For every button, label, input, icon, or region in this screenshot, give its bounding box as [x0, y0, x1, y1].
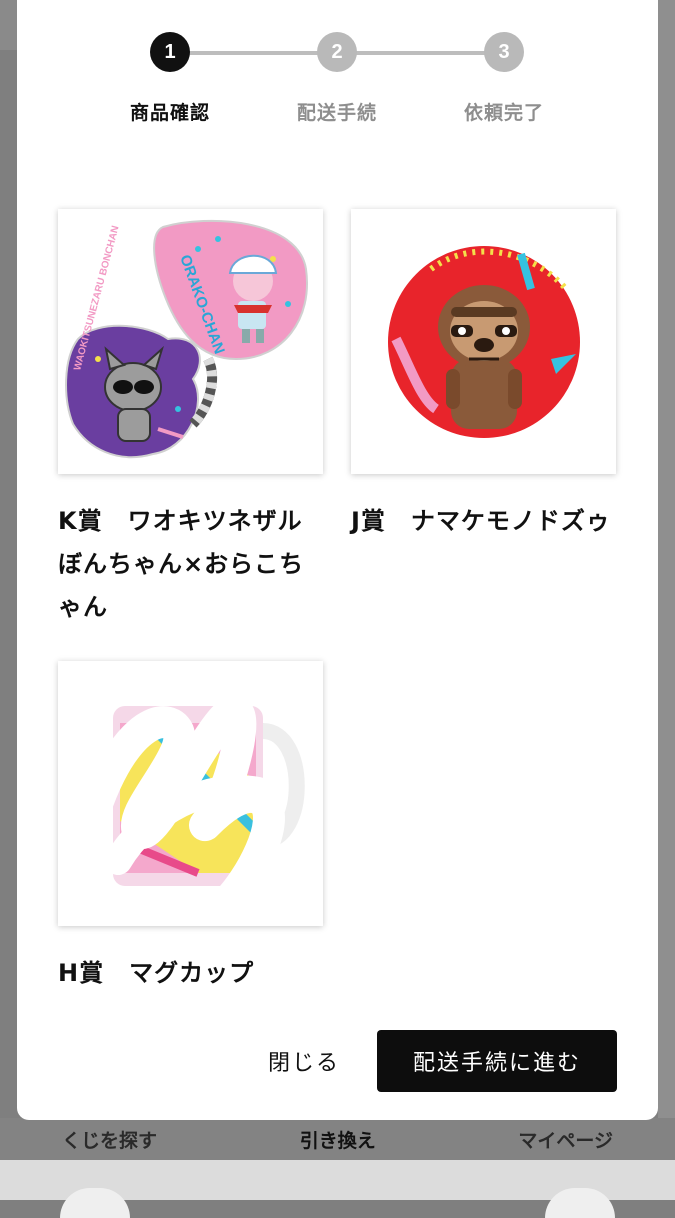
progress-stepper: 1 2 3 商品確認 配送手続 依頼完了 [17, 32, 658, 132]
nav-item-search-lottery[interactable]: くじを探す [62, 1126, 157, 1153]
modal-footer: 閉じる 配送手続に進む [17, 1030, 658, 1092]
nav-item-mypage[interactable]: マイページ [518, 1126, 613, 1153]
acrylic-stickers-illustration: ORAKO-CHAN WAOKITSUNEZARU BONCHAN [65, 219, 308, 459]
prize-card: H賞 マグカップ [58, 661, 323, 995]
prize-confirm-modal: 1 2 3 商品確認 配送手続 依頼完了 ORAKO-CHAN WAOKITSU… [17, 0, 658, 1120]
step-2-label: 配送手続 [296, 102, 377, 124]
nav-item-exchange[interactable]: 引き換え [300, 1126, 376, 1153]
background-shape [60, 1188, 130, 1218]
step-3-label: 依頼完了 [463, 102, 544, 124]
step-3-circle: 3 [484, 32, 524, 72]
step-connector [337, 51, 504, 55]
background-shape [545, 1188, 615, 1218]
mug-illustration [82, 695, 305, 917]
can-badge-illustration [388, 246, 580, 438]
step-2-circle: 2 [317, 32, 357, 72]
prize-card: ORAKO-CHAN WAOKITSUNEZARU BONCHAN K賞 ワオキ… [58, 209, 323, 629]
prize-title: J賞 ナマケモノドズゥ [351, 507, 611, 535]
acrylic-stickers-image: ORAKO-CHAN WAOKITSUNEZARU BONCHAN [58, 209, 323, 474]
step-1-circle: 1 [150, 32, 190, 72]
background-edge [658, 0, 675, 1118]
background-bottom-strip [0, 1160, 675, 1218]
close-button[interactable]: 閉じる [249, 1030, 359, 1092]
prize-title: K賞 ワオキツネザルぼんちゃん×おらこちゃん [58, 507, 305, 621]
mug-cup-image [58, 661, 323, 926]
step-1-label: 商品確認 [129, 102, 210, 124]
proceed-to-shipping-button[interactable]: 配送手続に進む [377, 1030, 617, 1092]
step-connector [170, 51, 333, 55]
prize-card: J賞 ナマケモノドズゥ [351, 209, 616, 543]
background-bottom-nav: くじを探す 引き換え マイページ [0, 1118, 675, 1160]
sloth-can-badge-image [351, 209, 616, 474]
prize-title: H賞 マグカップ [58, 959, 255, 987]
